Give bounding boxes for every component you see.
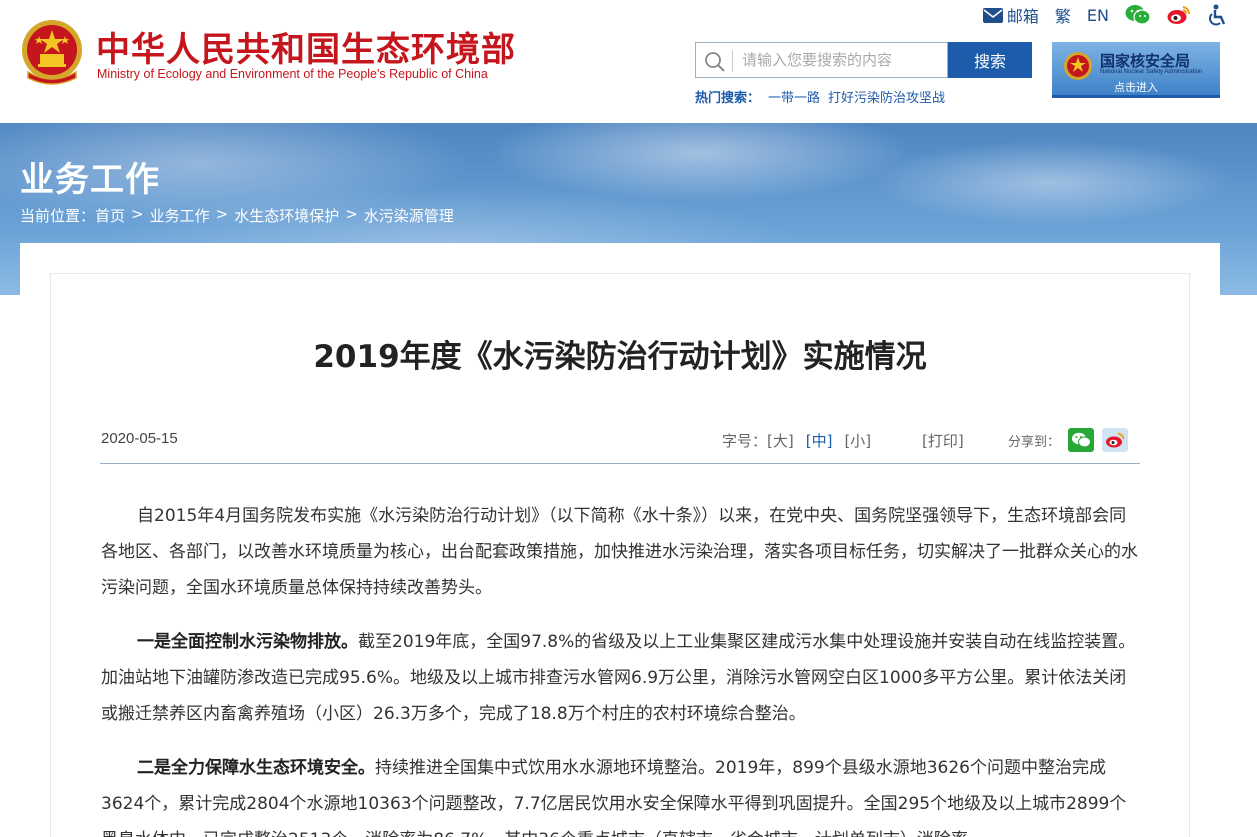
share-bar: 分享到： [1008, 428, 1129, 452]
wechat-icon[interactable] [1125, 4, 1151, 26]
article-meta: 2020-05-15 字号： [大] [中] [小] [打印] 分享到： [100, 424, 1140, 464]
publish-date: 2020-05-15 [101, 430, 178, 447]
article-title: 2019年度《水污染防治行动计划》实施情况 [313, 339, 927, 375]
mail-icon [982, 7, 1003, 23]
share-wechat-icon[interactable] [1068, 428, 1095, 452]
breadcrumb-item-business[interactable]: 业务工作 [150, 205, 210, 226]
section-title: 业务工作 [20, 160, 160, 200]
accessibility-icon[interactable] [1207, 4, 1227, 26]
paragraph-lead: 一是全面控制水污染物排放。 [137, 632, 358, 652]
article-paragraph: 自2015年4月国务院发布实施《水污染防治行动计划》（以下简称《水十条》）以来，… [101, 498, 1141, 606]
mailbox-link[interactable]: 邮箱 [982, 3, 1039, 27]
article-paragraph: 二是全力保障水生态环境安全。持续推进全国集中式饮用水水源地环境整治。2019年，… [101, 750, 1141, 837]
site-title-cn[interactable]: 中华人民共和国生态环境部 [96, 22, 516, 71]
article-body: 自2015年4月国务院发布实施《水污染防治行动计划》（以下简称《水十条》）以来，… [101, 498, 1141, 837]
site-title-en[interactable]: Ministry of Ecology and Environment of t… [97, 67, 488, 81]
search-input[interactable] [742, 47, 942, 73]
search-box [695, 42, 948, 78]
search-icon[interactable] [704, 51, 726, 77]
mailbox-label: 邮箱 [1006, 7, 1039, 26]
national-emblem-icon[interactable] [18, 16, 86, 88]
breadcrumb-item-pollution-source[interactable]: 水污染源管理 [364, 205, 454, 226]
english-link[interactable]: EN [1087, 6, 1109, 25]
paragraph-text: 自2015年4月国务院发布实施《水污染防治行动计划》（以下简称《水十条》）以来，… [101, 506, 1138, 598]
share-label: 分享到： [1008, 434, 1061, 450]
breadcrumb-separator: > [215, 205, 229, 223]
breadcrumb-separator: > [131, 205, 144, 223]
traditional-chinese-link[interactable]: 繁 [1055, 3, 1071, 27]
share-weibo-icon[interactable] [1102, 428, 1129, 452]
breadcrumb-item-water-ecology[interactable]: 水生态环境保护 [234, 205, 339, 226]
font-size-small[interactable]: [小] [844, 430, 871, 451]
font-size-large[interactable]: [大] [767, 430, 794, 451]
hot-search: 热门搜索： 一带一路 打好污染防治攻坚战 [695, 87, 945, 106]
article-paragraph: 一是全面控制水污染物排放。截至2019年底，全国97.8%的省级及以上工业集聚区… [101, 624, 1141, 732]
search-divider [732, 50, 733, 72]
font-size-label: 字号： [722, 432, 768, 450]
breadcrumb: 当前位置： 首页 > 业务工作 > 水生态环境保护 > 水污染源管理 [20, 205, 460, 226]
breadcrumb-separator: > [345, 205, 358, 223]
search-button[interactable]: 搜索 [948, 42, 1032, 78]
hot-search-label: 热门搜索： [695, 91, 761, 106]
top-utility-links: 邮箱 繁 EN [967, 2, 1227, 28]
nnsa-name-en: National Nuclear Safety Administration [1100, 69, 1203, 75]
nnsa-enter-label: 点击进入 [1114, 81, 1158, 94]
print-button[interactable]: [打印] [922, 430, 964, 451]
breadcrumb-item-home[interactable]: 首页 [95, 205, 125, 226]
breadcrumb-prefix: 当前位置： [20, 207, 96, 225]
site-header: 中华人民共和国生态环境部 Ministry of Ecology and Env… [0, 0, 1257, 123]
weibo-icon[interactable] [1167, 5, 1191, 25]
hot-search-item[interactable]: 一带一路 [768, 87, 820, 106]
font-size-control: 字号： [大] [中] [小] [722, 430, 871, 451]
paragraph-lead: 二是全力保障水生态环境安全。 [137, 758, 375, 778]
font-size-medium[interactable]: [中] [806, 430, 833, 451]
nnsa-name-cn: 国家核安全局 [1100, 52, 1191, 70]
hot-search-item[interactable]: 打好污染防治攻坚战 [828, 87, 945, 106]
nnsa-banner[interactable]: 国家核安全局 National Nuclear Safety Administr… [1052, 42, 1220, 98]
